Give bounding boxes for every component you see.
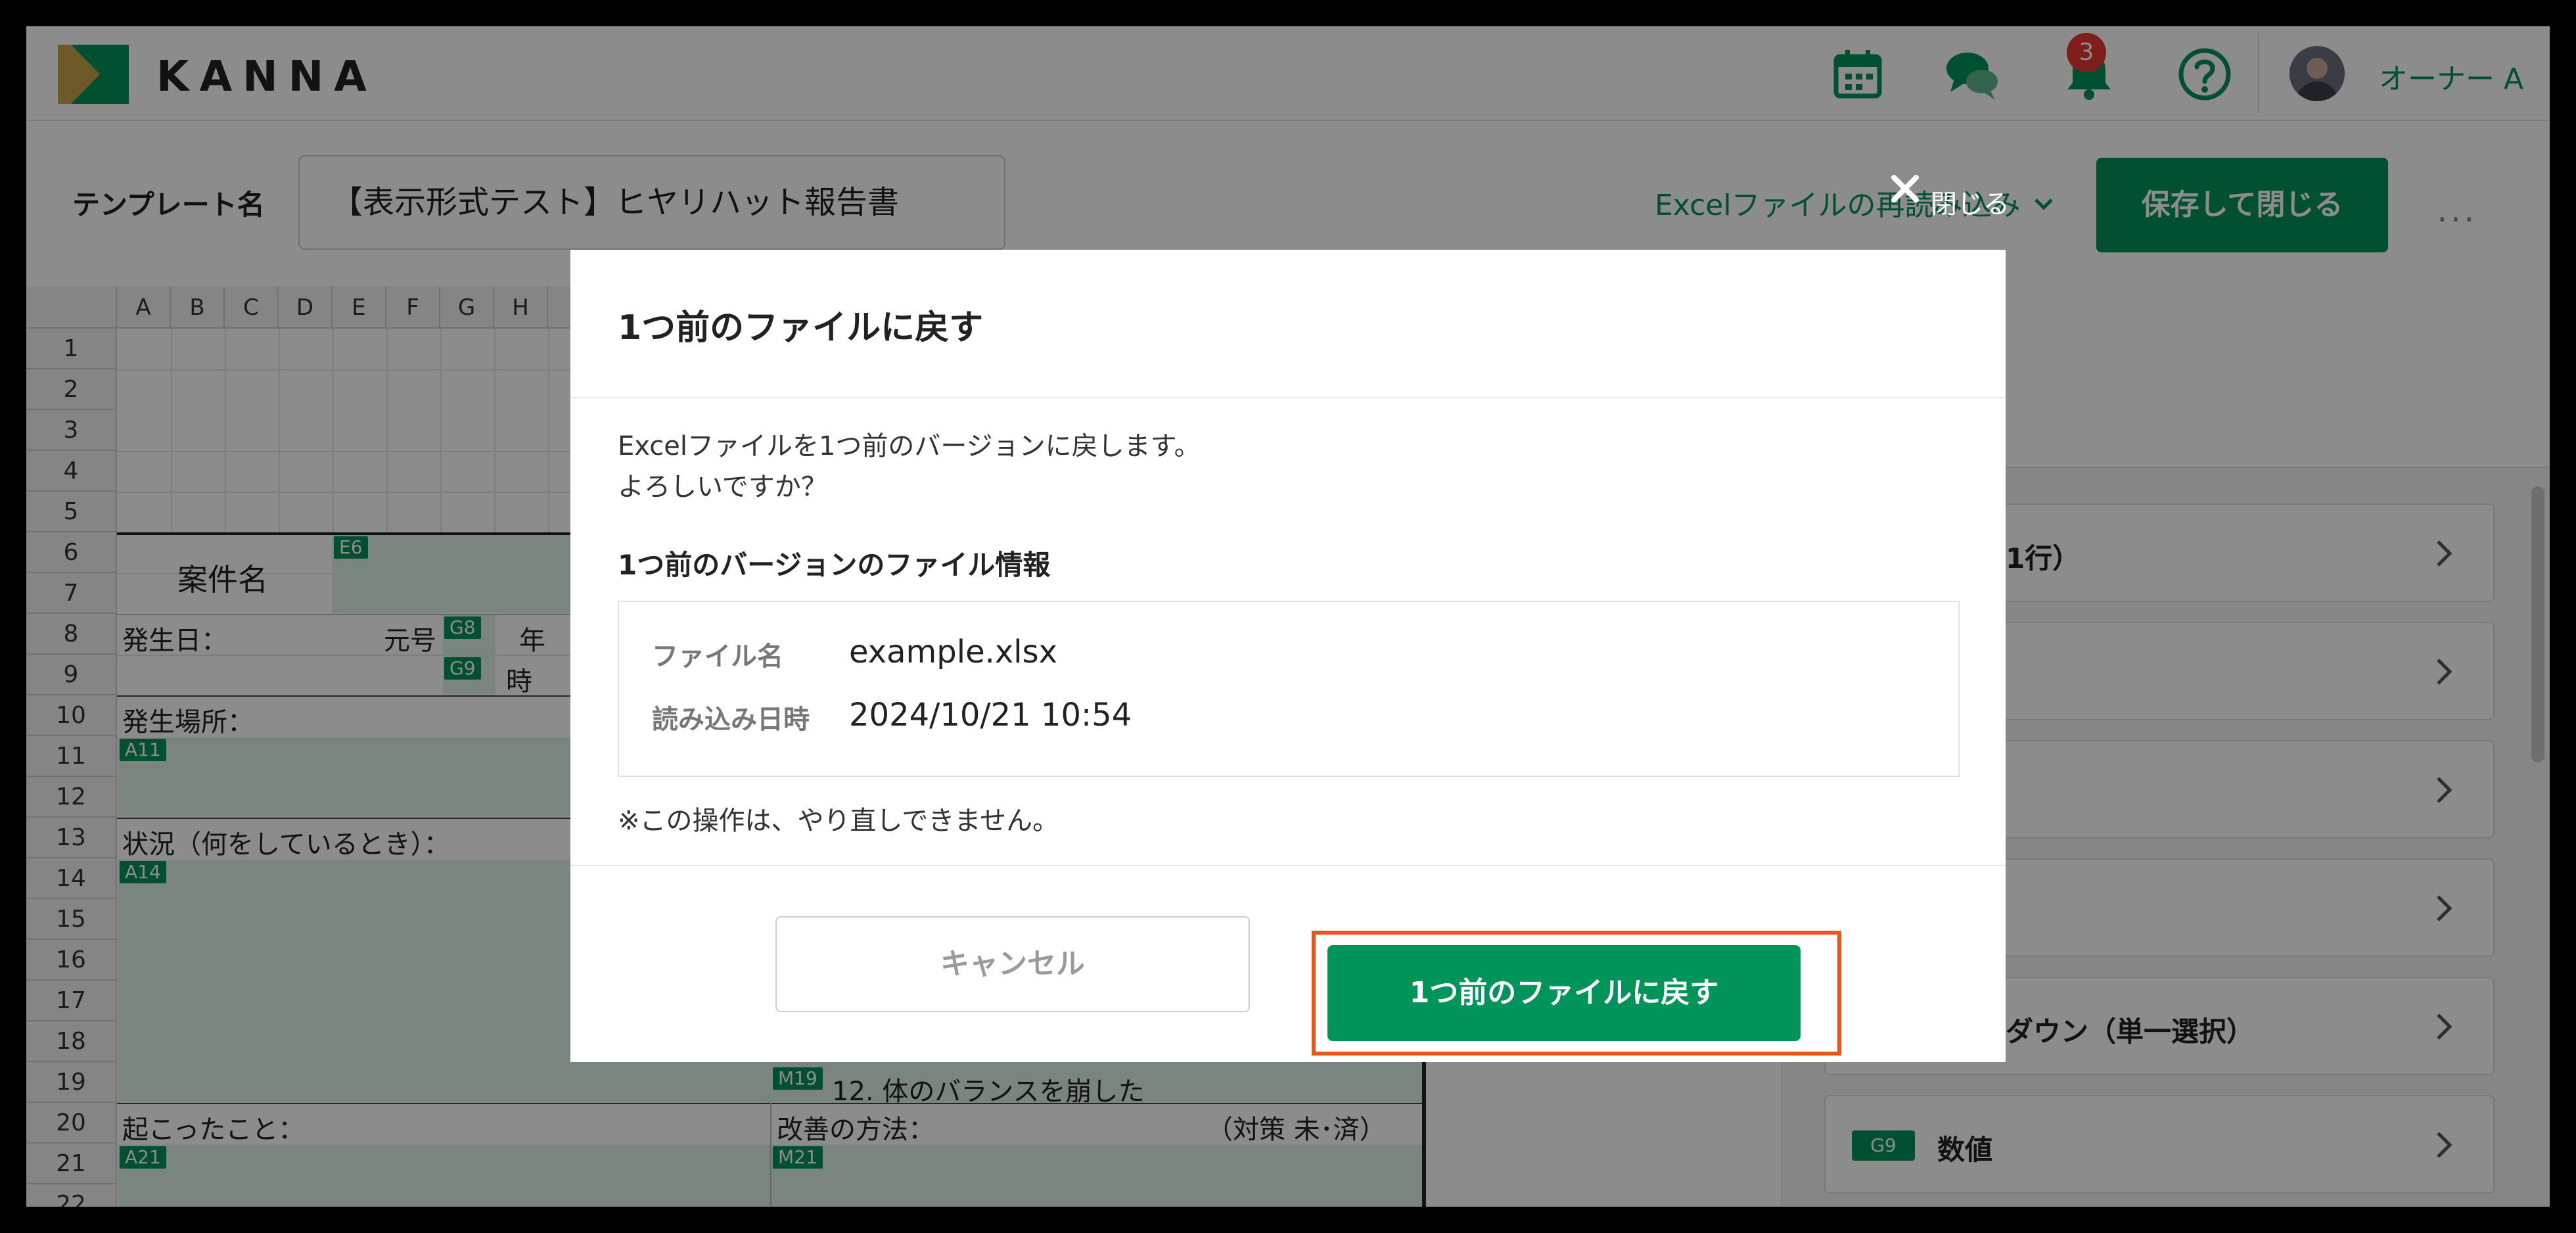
revert-file-button[interactable]: 1つ前のファイルに戻す (1327, 945, 1801, 1041)
file-info-heading: 1つ前のバージョンのファイル情報 (618, 549, 1051, 581)
dialog-message-line: Excelファイルを1つ前のバージョンに戻します。 (618, 431, 1201, 461)
app-screen: KANNA 3 オーナー A テンプレート名 【表示形式テスト】ヒヤリハット報告… (26, 26, 2550, 1207)
dialog-message: Excelファイルを1つ前のバージョンに戻します。 よろしいですか？ (618, 426, 1201, 507)
close-icon[interactable] (1885, 168, 1925, 209)
dialog-divider (570, 397, 2006, 398)
loaded-at-value: 2024/10/21 10:54 (849, 697, 1132, 733)
dialog-divider (570, 865, 2006, 866)
file-name-label: ファイル名 (652, 641, 783, 672)
dialog-message-line: よろしいですか？ (618, 472, 827, 502)
file-info-box: ファイル名 example.xlsx 読み込み日時 2024/10/21 10:… (618, 601, 1960, 777)
close-modal-button[interactable]: 閉じる (1931, 183, 2010, 221)
dialog-title: 1つ前のファイルに戻す (618, 308, 984, 348)
cancel-button[interactable]: キャンセル (775, 916, 1250, 1012)
irreversible-note: ※この操作は、やり直しできません。 (618, 806, 1059, 836)
loaded-at-label: 読み込み日時 (652, 705, 810, 735)
revert-file-dialog: 1つ前のファイルに戻す Excelファイルを1つ前のバージョンに戻します。 よろ… (570, 250, 2006, 1062)
file-name-value: example.xlsx (849, 634, 1058, 670)
